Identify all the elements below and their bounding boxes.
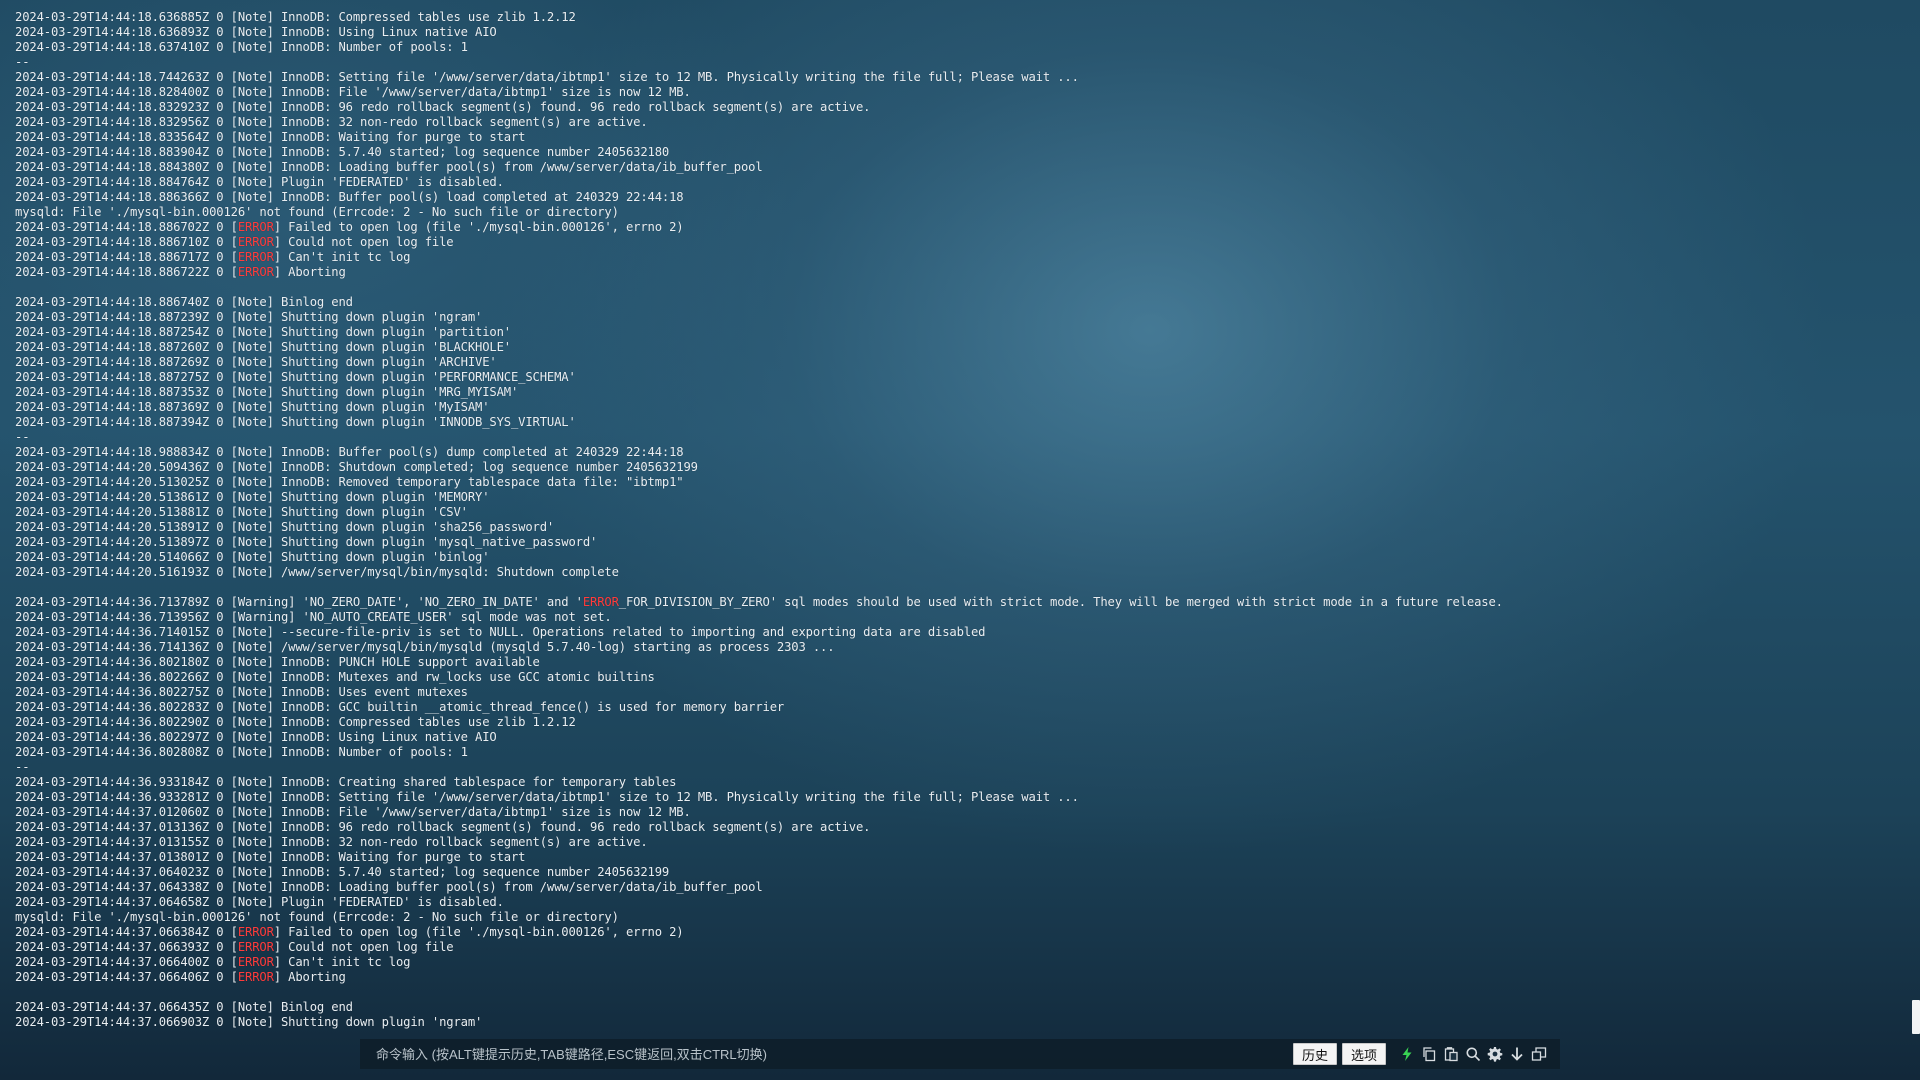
- error-keyword: ERROR: [237, 940, 274, 954]
- log-line: 2024-03-29T14:44:18.637410Z 0 [Note] Inn…: [15, 40, 468, 54]
- log-line: 2024-03-29T14:44:37.013155Z 0 [Note] Inn…: [15, 835, 648, 849]
- paste-icon[interactable]: [1440, 1043, 1462, 1065]
- log-line: 2024-03-29T14:44:20.513891Z 0 [Note] Shu…: [15, 520, 555, 534]
- log-line: 2024-03-29T14:44:20.513881Z 0 [Note] Shu…: [15, 505, 468, 519]
- log-line: 2024-03-29T14:44:18.833564Z 0 [Note] Inn…: [15, 130, 526, 144]
- log-line: 2024-03-29T14:44:37.064658Z 0 [Note] Plu…: [15, 895, 504, 909]
- log-line: mysqld: File './mysql-bin.000126' not fo…: [15, 205, 619, 219]
- log-line: 2024-03-29T14:44:18.887394Z 0 [Note] Shu…: [15, 415, 576, 429]
- error-keyword: ERROR: [237, 250, 274, 264]
- error-keyword: ERROR: [237, 970, 274, 984]
- error-keyword: ERROR: [237, 925, 274, 939]
- log-line: 2024-03-29T14:44:36.802297Z 0 [Note] Inn…: [15, 730, 497, 744]
- log-line: 2024-03-29T14:44:18.636893Z 0 [Note] Inn…: [15, 25, 497, 39]
- error-keyword: ERROR: [237, 955, 274, 969]
- log-line: 2024-03-29T14:44:37.066384Z 0 [ERROR] Fa…: [15, 925, 684, 939]
- options-button[interactable]: 选项: [1341, 1043, 1386, 1065]
- log-line: 2024-03-29T14:44:18.886702Z 0 [ERROR] Fa…: [15, 220, 684, 234]
- command-bar: 历史 选项: [360, 1039, 1560, 1069]
- log-line: 2024-03-29T14:44:36.714136Z 0 [Note] /ww…: [15, 640, 835, 654]
- log-line: 2024-03-29T14:44:20.516193Z 0 [Note] /ww…: [15, 565, 619, 579]
- log-line: 2024-03-29T14:44:36.933184Z 0 [Note] Inn…: [15, 775, 677, 789]
- copy-icon[interactable]: [1418, 1043, 1440, 1065]
- gear-icon[interactable]: [1484, 1043, 1506, 1065]
- log-line: 2024-03-29T14:44:36.933281Z 0 [Note] Inn…: [15, 790, 1079, 804]
- log-line: 2024-03-29T14:44:37.066406Z 0 [ERROR] Ab…: [15, 970, 346, 984]
- log-line: 2024-03-29T14:44:18.886717Z 0 [ERROR] Ca…: [15, 250, 411, 264]
- log-line: 2024-03-29T14:44:18.887269Z 0 [Note] Shu…: [15, 355, 497, 369]
- log-line: 2024-03-29T14:44:18.887260Z 0 [Note] Shu…: [15, 340, 511, 354]
- log-line: 2024-03-29T14:44:37.064023Z 0 [Note] Inn…: [15, 865, 670, 879]
- log-line: 2024-03-29T14:44:36.713789Z 0 [Warning] …: [15, 595, 1503, 609]
- log-line: 2024-03-29T14:44:18.636885Z 0 [Note] Inn…: [15, 10, 576, 24]
- log-line: 2024-03-29T14:44:36.802808Z 0 [Note] Inn…: [15, 745, 468, 759]
- terminal-output[interactable]: 2024-03-29T14:44:18.636885Z 0 [Note] Inn…: [15, 10, 1905, 1038]
- log-line: 2024-03-29T14:44:18.886722Z 0 [ERROR] Ab…: [15, 265, 346, 279]
- log-line: mysqld: File './mysql-bin.000126' not fo…: [15, 910, 619, 924]
- log-line: 2024-03-29T14:44:18.887275Z 0 [Note] Shu…: [15, 370, 576, 384]
- log-line: 2024-03-29T14:44:36.714015Z 0 [Note] --s…: [15, 625, 986, 639]
- log-line: 2024-03-29T14:44:36.802275Z 0 [Note] Inn…: [15, 685, 468, 699]
- log-line: 2024-03-29T14:44:18.887353Z 0 [Note] Shu…: [15, 385, 519, 399]
- log-line: 2024-03-29T14:44:18.884380Z 0 [Note] Inn…: [15, 160, 763, 174]
- log-line: 2024-03-29T14:44:36.802180Z 0 [Note] Inn…: [15, 655, 540, 669]
- error-keyword: ERROR: [237, 235, 274, 249]
- log-line: 2024-03-29T14:44:18.988834Z 0 [Note] Inn…: [15, 445, 684, 459]
- log-line: 2024-03-29T14:44:18.886710Z 0 [ERROR] Co…: [15, 235, 454, 249]
- error-keyword: ERROR: [582, 595, 619, 609]
- log-line: 2024-03-29T14:44:20.509436Z 0 [Note] Inn…: [15, 460, 698, 474]
- log-line: 2024-03-29T14:44:37.013136Z 0 [Note] Inn…: [15, 820, 871, 834]
- log-line: 2024-03-29T14:44:18.884764Z 0 [Note] Plu…: [15, 175, 504, 189]
- log-line: 2024-03-29T14:44:20.513025Z 0 [Note] Inn…: [15, 475, 684, 489]
- log-line: --: [15, 430, 30, 444]
- search-icon[interactable]: [1462, 1043, 1484, 1065]
- log-line: 2024-03-29T14:44:20.514066Z 0 [Note] Shu…: [15, 550, 490, 564]
- log-line: 2024-03-29T14:44:18.887369Z 0 [Note] Shu…: [15, 400, 490, 414]
- download-icon[interactable]: [1506, 1043, 1528, 1065]
- log-line: --: [15, 760, 30, 774]
- log-line: 2024-03-29T14:44:36.802290Z 0 [Note] Inn…: [15, 715, 576, 729]
- history-button[interactable]: 历史: [1292, 1043, 1337, 1065]
- lightning-icon[interactable]: [1396, 1043, 1418, 1065]
- log-line: 2024-03-29T14:44:36.802266Z 0 [Note] Inn…: [15, 670, 655, 684]
- error-keyword: ERROR: [237, 220, 274, 234]
- log-line: 2024-03-29T14:44:20.513861Z 0 [Note] Shu…: [15, 490, 490, 504]
- log-line: 2024-03-29T14:44:18.828400Z 0 [Note] Inn…: [15, 85, 691, 99]
- log-line: 2024-03-29T14:44:18.744263Z 0 [Note] Inn…: [15, 70, 1079, 84]
- log-line: 2024-03-29T14:44:18.886740Z 0 [Note] Bin…: [15, 295, 353, 309]
- log-line: 2024-03-29T14:44:18.886366Z 0 [Note] Inn…: [15, 190, 684, 204]
- log-line: 2024-03-29T14:44:18.832956Z 0 [Note] Inn…: [15, 115, 648, 129]
- log-line: 2024-03-29T14:44:37.013801Z 0 [Note] Inn…: [15, 850, 526, 864]
- log-line: 2024-03-29T14:44:18.883904Z 0 [Note] Inn…: [15, 145, 670, 159]
- command-input[interactable]: [370, 1046, 1288, 1062]
- log-line: 2024-03-29T14:44:37.066903Z 0 [Note] Shu…: [15, 1015, 483, 1029]
- log-line: 2024-03-29T14:44:36.802283Z 0 [Note] Inn…: [15, 700, 785, 714]
- error-keyword: ERROR: [237, 265, 274, 279]
- log-line: 2024-03-29T14:44:18.887254Z 0 [Note] Shu…: [15, 325, 511, 339]
- log-line: 2024-03-29T14:44:37.066393Z 0 [ERROR] Co…: [15, 940, 454, 954]
- log-line: --: [15, 55, 30, 69]
- log-line: 2024-03-29T14:44:37.064338Z 0 [Note] Inn…: [15, 880, 763, 894]
- log-line: 2024-03-29T14:44:37.066400Z 0 [ERROR] Ca…: [15, 955, 411, 969]
- log-line: 2024-03-29T14:44:36.713956Z 0 [Warning] …: [15, 610, 612, 624]
- log-line: 2024-03-29T14:44:18.887239Z 0 [Note] Shu…: [15, 310, 483, 324]
- log-line: 2024-03-29T14:44:37.066435Z 0 [Note] Bin…: [15, 1000, 353, 1014]
- scrollbar-thumb[interactable]: [1912, 1000, 1920, 1034]
- window-icon[interactable]: [1528, 1043, 1550, 1065]
- log-line: 2024-03-29T14:44:37.012060Z 0 [Note] Inn…: [15, 805, 691, 819]
- log-line: 2024-03-29T14:44:18.832923Z 0 [Note] Inn…: [15, 100, 871, 114]
- log-line: 2024-03-29T14:44:20.513897Z 0 [Note] Shu…: [15, 535, 598, 549]
